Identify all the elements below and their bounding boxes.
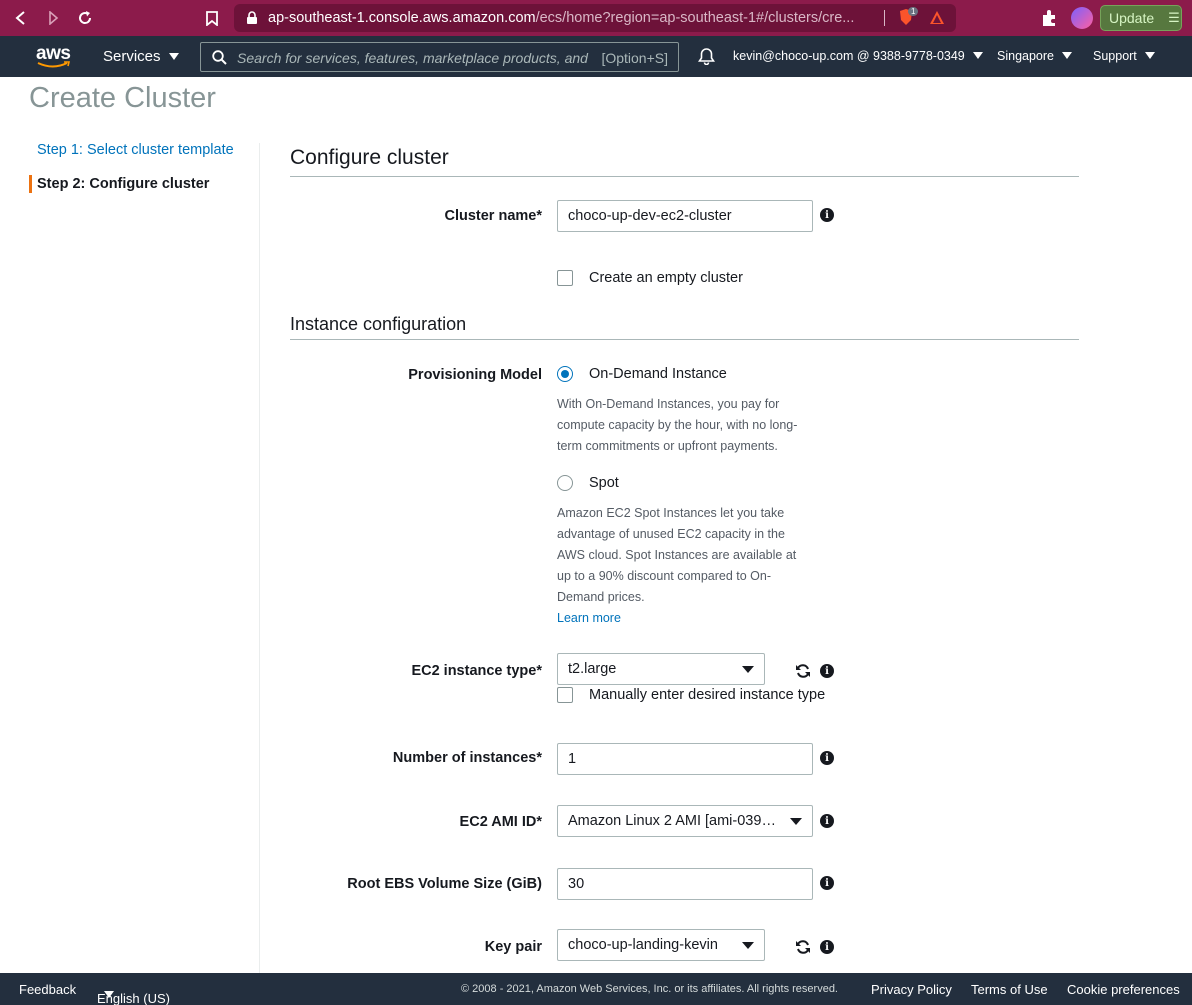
info-icon[interactable]: i	[820, 751, 834, 765]
notifications-bell-icon[interactable]	[698, 47, 715, 70]
reload-icon[interactable]	[76, 9, 94, 27]
region-menu[interactable]: Singapore	[997, 49, 1072, 63]
aws-logo[interactable]: aws	[36, 43, 72, 69]
copyright-text: © 2008 - 2021, Amazon Web Services, Inc.…	[461, 983, 838, 995]
instance-type-select[interactable]: t2.large	[557, 653, 765, 685]
brave-shield-icon[interactable]: 1	[897, 7, 919, 28]
url-text: ap-southeast-1.console.aws.amazon.com/ec…	[268, 10, 854, 26]
spot-help: Amazon EC2 Spot Instances let you take a…	[557, 503, 813, 629]
console-footer: Feedback English (US) © 2008 - 2021, Ama…	[0, 973, 1192, 1005]
forward-icon[interactable]	[44, 9, 62, 27]
back-icon[interactable]	[12, 9, 30, 27]
region-caret-icon	[1062, 52, 1072, 59]
language-caret-icon	[104, 991, 114, 998]
account-menu[interactable]: kevin@choco-up.com @ 9388-9778-0349	[733, 49, 983, 63]
configure-cluster-heading: Configure cluster	[290, 146, 449, 169]
update-label: Update	[1109, 10, 1155, 26]
provisioning-model-label: Provisioning Model	[408, 367, 542, 383]
bookmark-icon[interactable]	[203, 9, 221, 27]
info-icon[interactable]: i	[820, 814, 834, 828]
spot-help-text: Amazon EC2 Spot Instances let you take a…	[557, 506, 797, 604]
browser-toolbar: ap-southeast-1.console.aws.amazon.com/ec…	[0, 0, 1192, 36]
feedback-link[interactable]: Feedback	[19, 982, 76, 997]
extensions-icon[interactable]	[1041, 9, 1059, 32]
services-menu[interactable]: Services	[103, 48, 179, 65]
account-label: kevin@choco-up.com @ 9388-9778-0349	[733, 49, 965, 63]
url-separator	[884, 10, 885, 26]
spot-radio[interactable]	[557, 475, 573, 491]
dropdown-caret-icon	[790, 818, 802, 825]
search-icon	[212, 50, 227, 65]
region-label: Singapore	[997, 49, 1054, 63]
privacy-policy-link[interactable]: Privacy Policy	[871, 982, 952, 997]
address-bar[interactable]: ap-southeast-1.console.aws.amazon.com/ec…	[234, 4, 956, 32]
terms-of-use-link[interactable]: Terms of Use	[971, 982, 1048, 997]
search-placeholder: Search for services, features, marketpla…	[237, 50, 588, 66]
account-caret-icon	[972, 52, 983, 59]
dropdown-caret-icon	[742, 942, 754, 949]
support-menu[interactable]: Support	[1093, 49, 1155, 63]
cluster-name-label: Cluster name*	[444, 208, 542, 224]
refresh-icon[interactable]	[795, 663, 811, 679]
profile-avatar[interactable]	[1071, 7, 1093, 29]
manual-instance-type-label: Manually enter desired instance type	[589, 687, 826, 703]
empty-cluster-checkbox[interactable]	[557, 270, 573, 286]
aws-console-nav: aws Services Search for services, featur…	[0, 36, 1192, 77]
ami-id-label: EC2 AMI ID*	[459, 814, 542, 830]
brave-rewards-icon[interactable]	[929, 10, 945, 31]
search-shortcut: [Option+S]	[601, 50, 668, 66]
active-step-indicator	[29, 175, 32, 193]
url-path: /ecs/home?region=ap-southeast-1#/cluster…	[535, 10, 855, 26]
manual-instance-type-checkbox[interactable]	[557, 687, 573, 703]
instance-configuration-heading: Instance configuration	[290, 314, 467, 334]
ami-id-value: Amazon Linux 2 AMI [ami-039e...	[568, 813, 782, 829]
ami-id-select[interactable]: Amazon Linux 2 AMI [ami-039e...	[557, 805, 813, 837]
on-demand-label: On-Demand Instance	[589, 366, 727, 382]
section-divider	[290, 339, 1079, 340]
support-label: Support	[1093, 49, 1137, 63]
instance-type-label: EC2 instance type*	[411, 663, 542, 679]
cookie-preferences-link[interactable]: Cookie preferences	[1067, 982, 1180, 997]
page-title: Create Cluster	[29, 82, 216, 114]
cluster-name-input[interactable]: choco-up-dev-ec2-cluster	[557, 200, 813, 232]
info-icon[interactable]: i	[820, 876, 834, 890]
info-icon[interactable]: i	[820, 940, 834, 954]
ebs-volume-input[interactable]: 30	[557, 868, 813, 900]
update-button[interactable]: Update ☰	[1100, 5, 1182, 31]
menu-icon: ☰	[1168, 10, 1180, 25]
on-demand-radio[interactable]	[557, 366, 573, 382]
url-host: ap-southeast-1.console.aws.amazon.com	[268, 10, 536, 26]
section-divider	[290, 176, 1079, 177]
ebs-volume-label: Root EBS Volume Size (GiB)	[347, 876, 542, 892]
sidebar-divider	[259, 143, 260, 973]
console-search[interactable]: Search for services, features, marketpla…	[200, 42, 679, 72]
empty-cluster-label: Create an empty cluster	[589, 270, 743, 286]
step-1-link[interactable]: Step 1: Select cluster template	[37, 142, 234, 158]
spot-label: Spot	[589, 475, 619, 491]
step-2-current: Step 2: Configure cluster	[37, 176, 210, 192]
key-pair-value: choco-up-landing-kevin	[568, 937, 718, 953]
refresh-icon[interactable]	[795, 939, 811, 955]
dropdown-caret-icon	[742, 666, 754, 673]
services-caret-icon	[168, 53, 179, 60]
info-icon[interactable]: i	[820, 664, 834, 678]
instance-type-value: t2.large	[568, 661, 617, 677]
number-of-instances-label: Number of instances*	[392, 750, 542, 766]
info-icon[interactable]: i	[820, 208, 834, 222]
key-pair-select[interactable]: choco-up-landing-kevin	[557, 929, 765, 961]
number-of-instances-input[interactable]: 1	[557, 743, 813, 775]
on-demand-help: With On-Demand Instances, you pay for co…	[557, 397, 798, 453]
lock-icon	[247, 11, 257, 24]
support-caret-icon	[1144, 52, 1155, 59]
services-label: Services	[103, 48, 161, 65]
key-pair-label: Key pair	[484, 939, 542, 955]
learn-more-link[interactable]: Learn more	[557, 611, 621, 625]
